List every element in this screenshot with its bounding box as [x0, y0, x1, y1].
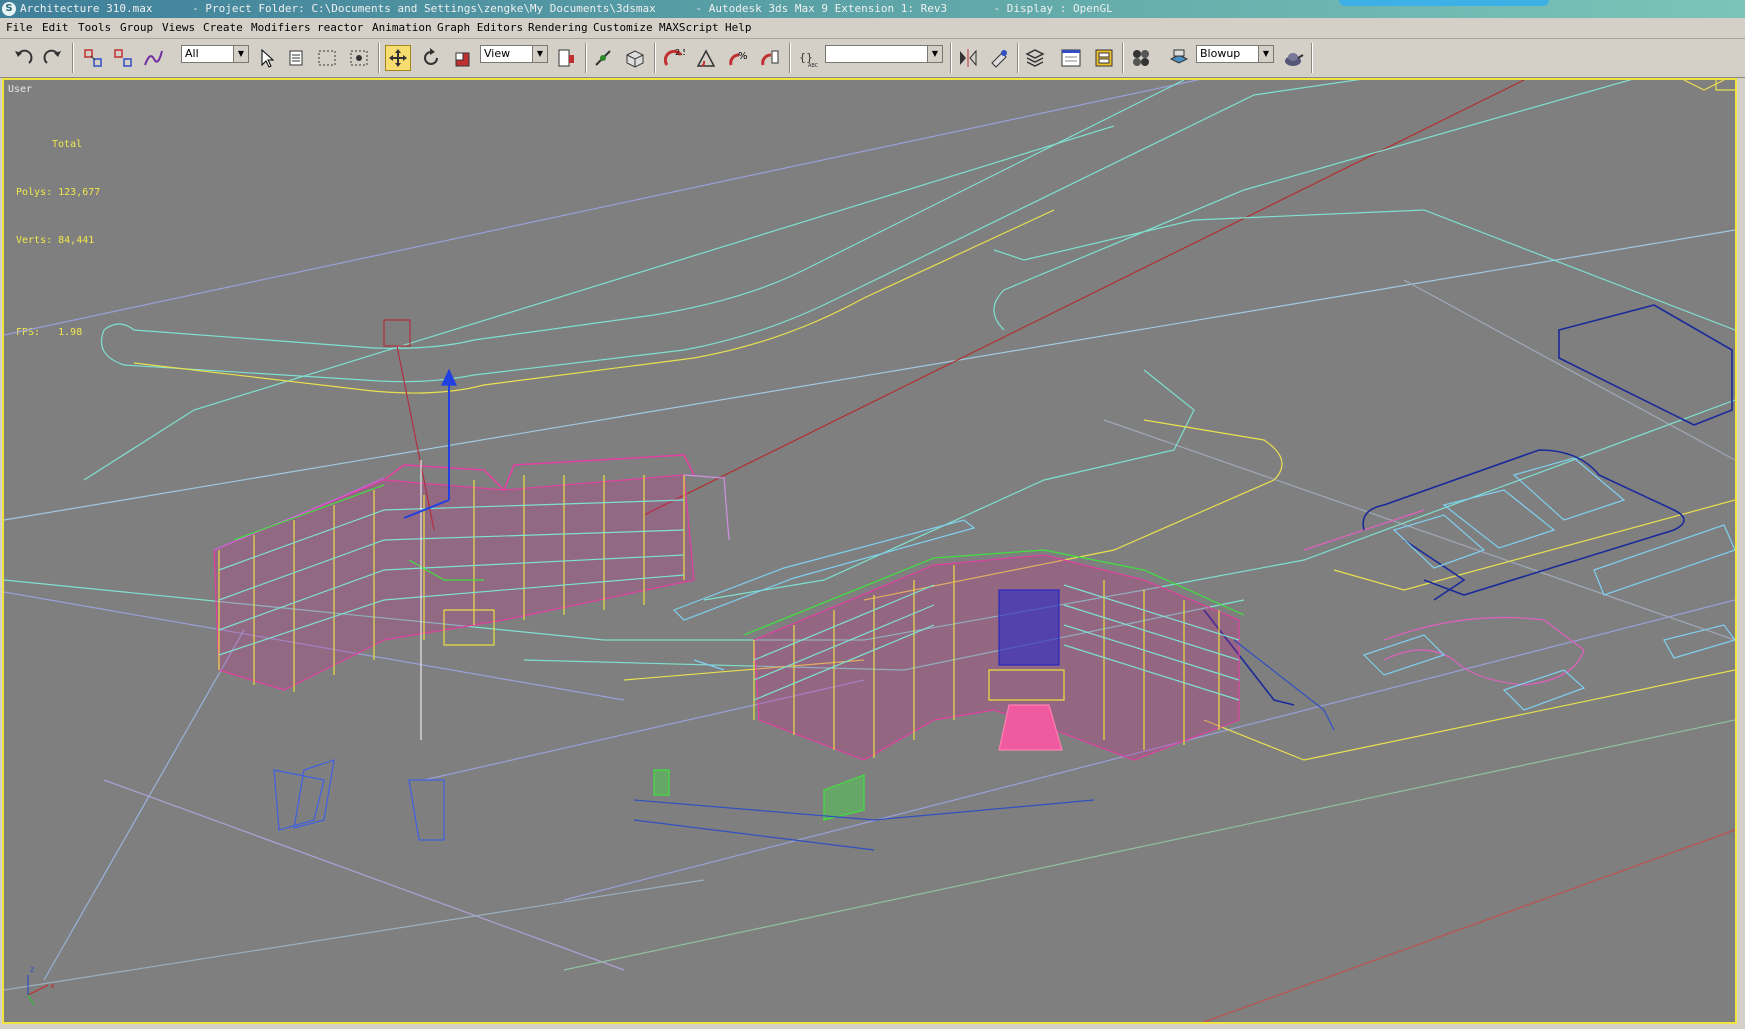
menu-create[interactable]: Create [201, 18, 245, 38]
selection-filter-value: All [185, 47, 199, 60]
select-and-rotate-icon[interactable] [418, 45, 444, 71]
chevron-down-icon: ▼ [233, 46, 248, 62]
select-and-scale-icon[interactable] [450, 45, 476, 71]
left-building-wireframe [213, 454, 730, 692]
viewport-corner-marker [1683, 80, 1735, 91]
pivot-center-icon[interactable] [553, 45, 579, 71]
fence-objects [653, 769, 865, 821]
menu-group[interactable]: Group [118, 18, 155, 38]
unlink-selection-icon[interactable] [110, 45, 136, 71]
perspective-viewport[interactable]: User Total Polys: 123,677 Verts: 84,441 … [2, 78, 1737, 1024]
render-scene-dialog-icon[interactable] [1166, 45, 1192, 71]
menu-customize[interactable]: Customize [591, 18, 655, 38]
menu-maxscript[interactable]: MAXScript [657, 18, 721, 38]
edit-named-selection-icon[interactable]: {} ABC [795, 45, 821, 71]
snap-value: 2.5 [675, 48, 685, 57]
render-type-value: Blowup [1200, 47, 1241, 60]
parking-lot-outlines [1203, 304, 1733, 706]
window-crossing-icon[interactable] [346, 45, 372, 71]
window-title: Architecture 310.max - Project Folder: C… [20, 2, 1113, 15]
quick-render-icon[interactable] [1280, 45, 1306, 71]
percent-snap-icon[interactable]: % [725, 45, 751, 71]
diagonal-axis-line [643, 80, 1525, 516]
chevron-down-icon: ▼ [1258, 46, 1273, 62]
keyboard-shortcut-override-icon[interactable] [622, 45, 648, 71]
app-icon[interactable]: S [2, 2, 16, 16]
title-bar: S Architecture 310.max - Project Folder:… [0, 0, 1745, 18]
material-editor-icon[interactable] [1128, 45, 1154, 71]
schematic-view-icon[interactable] [1091, 45, 1117, 71]
menu-bar: File Edit Tools Group Views Create Modif… [0, 18, 1745, 39]
menu-graph-editors[interactable]: Graph Editors [435, 18, 525, 38]
align-icon[interactable] [986, 45, 1012, 71]
select-and-link-icon[interactable] [80, 45, 106, 71]
menu-tools[interactable]: Tools [76, 18, 113, 38]
layer-manager-icon[interactable] [1022, 45, 1048, 71]
menu-help[interactable]: Help [723, 18, 754, 38]
status-bar [0, 1024, 1745, 1029]
chevron-down-icon: ▼ [927, 46, 942, 62]
chevron-down-icon: ▼ [532, 46, 547, 62]
curve-editor-icon[interactable] [1058, 45, 1084, 71]
selection-filter-dropdown[interactable]: All ▼ [181, 45, 249, 63]
menu-file[interactable]: File [4, 18, 35, 38]
menu-reactor[interactable]: reactor [315, 18, 365, 38]
select-object-icon[interactable] [254, 45, 280, 71]
svg-text:z: z [30, 965, 34, 974]
mirror-icon[interactable] [955, 45, 981, 71]
menu-rendering[interactable]: Rendering [526, 18, 590, 38]
main-toolbar: All ▼ View ▼ 2.5 % {}ABC ▼ [0, 39, 1745, 78]
reference-coordinate-dropdown[interactable]: View ▼ [480, 45, 548, 63]
menu-modifiers[interactable]: Modifiers [249, 18, 313, 38]
render-type-dropdown[interactable]: Blowup ▼ [1196, 45, 1274, 63]
menu-edit[interactable]: Edit [40, 18, 71, 38]
svg-text:x: x [50, 981, 55, 990]
svg-text:%: % [738, 51, 748, 62]
named-selection-dropdown[interactable]: ▼ [825, 45, 943, 63]
snaps-toggle-icon[interactable]: 2.5 [661, 45, 687, 71]
right-building-wireframe [743, 549, 1245, 761]
reference-coordinate-value: View [484, 47, 511, 60]
select-and-manipulate-icon[interactable] [590, 45, 616, 71]
select-and-move-icon[interactable] [385, 45, 411, 71]
rectangular-selection-icon[interactable] [314, 45, 340, 71]
angle-snap-icon[interactable] [693, 45, 719, 71]
svg-text:ABC: ABC [808, 63, 819, 69]
spinner-snap-icon[interactable] [757, 45, 783, 71]
undo-icon[interactable] [10, 45, 36, 71]
bind-to-space-warp-icon[interactable] [140, 45, 166, 71]
title-bar-button[interactable] [1339, 0, 1549, 6]
select-by-name-icon[interactable] [284, 45, 310, 71]
redo-icon[interactable] [40, 45, 66, 71]
scene-wireframe[interactable]: z x [4, 80, 1735, 1022]
menu-views[interactable]: Views [160, 18, 197, 38]
site-curves-pink [1303, 509, 1585, 686]
menu-animation[interactable]: Animation [370, 18, 434, 38]
